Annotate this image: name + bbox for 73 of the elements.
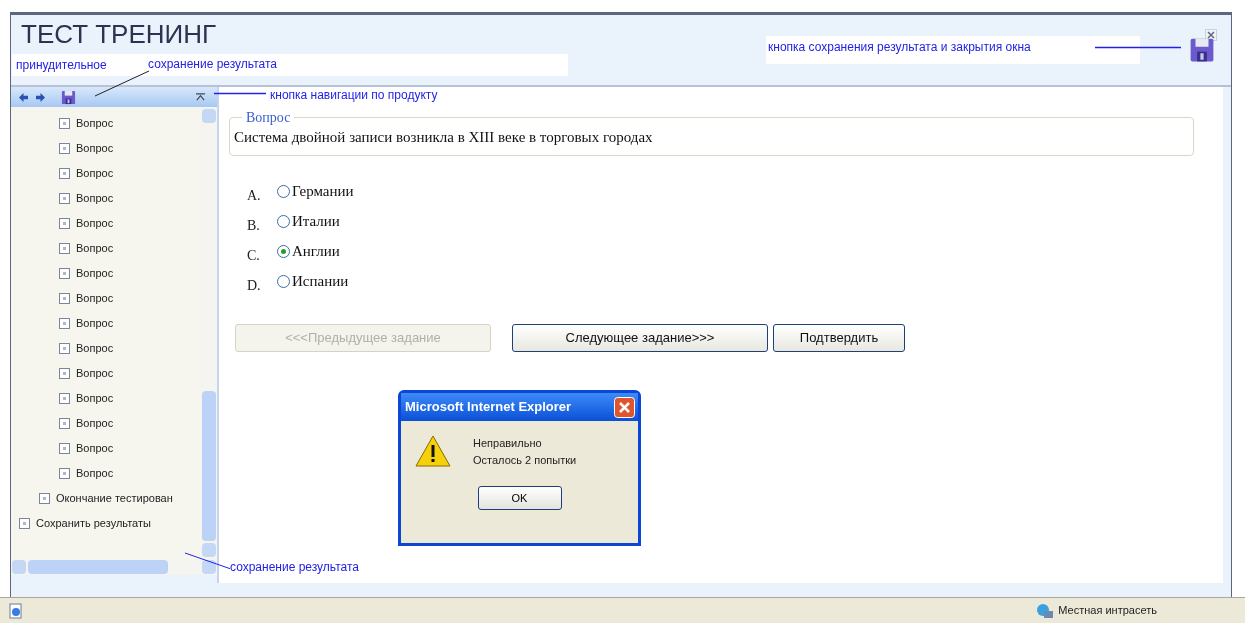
tree-item[interactable]: Вопрос <box>76 265 114 282</box>
vertical-scrollbar[interactable] <box>201 107 217 559</box>
security-zone: Местная интрасеть <box>1058 603 1157 619</box>
leader-line <box>94 70 150 97</box>
tree-node-icon <box>59 293 70 304</box>
tree-node-icon <box>59 443 70 454</box>
tree-item[interactable]: Вопрос <box>76 190 114 207</box>
tree-item[interactable]: Вопрос <box>76 365 114 382</box>
tree-node-icon <box>59 193 70 204</box>
collapse-icon[interactable] <box>196 92 205 102</box>
tree-item[interactable]: Вопрос <box>76 140 114 157</box>
tree-item[interactable]: Вопрос <box>76 315 114 332</box>
annotation-text: сохранение результата <box>148 56 277 73</box>
leader-line <box>214 92 266 95</box>
annotation-text: принудительное <box>16 57 107 74</box>
annotation-text: кнопка навигации по продукту <box>270 87 438 104</box>
tree-node-icon <box>19 518 30 529</box>
tree-item[interactable]: Сохранить результаты <box>36 515 151 532</box>
tree-node-icon <box>59 218 70 229</box>
dialog-title: Microsoft Internet Explorer <box>405 398 572 417</box>
tree-node-icon <box>59 143 70 154</box>
tree-node-icon <box>59 168 70 179</box>
question-legend: Вопрос <box>242 107 295 128</box>
tree-item[interactable]: Вопрос <box>76 440 114 457</box>
tree-item[interactable]: Окончание тестирован <box>56 490 173 507</box>
warning-icon <box>415 435 451 467</box>
tree-node-icon <box>59 243 70 254</box>
horizontal-scrollbar[interactable] <box>11 559 217 575</box>
tree-item[interactable]: Вопрос <box>76 215 114 232</box>
tree-node-icon <box>59 118 70 129</box>
tree-node-icon <box>59 318 70 329</box>
tree-item[interactable]: Вопрос <box>76 465 114 482</box>
nav-button[interactable]: Подтвердить <box>773 323 905 352</box>
tree-node-icon <box>59 418 70 429</box>
dialog-message: Осталось 2 попытки <box>473 452 577 468</box>
tree-node-icon <box>59 343 70 354</box>
option-label[interactable]: Испании <box>292 270 349 293</box>
back-arrow-icon[interactable] <box>19 92 28 102</box>
tree-node-icon <box>39 493 50 504</box>
tree-item[interactable]: Вопрос <box>76 340 114 357</box>
tree-node-icon <box>59 468 70 479</box>
app-title: ТЕСТ ТРЕНИНГ <box>21 21 217 47</box>
dialog-message: Неправильно <box>473 436 543 451</box>
option-label[interactable]: Германии <box>292 180 354 203</box>
option-letter: C. <box>247 247 261 265</box>
radio-button[interactable] <box>277 215 290 228</box>
page-icon <box>8 602 24 619</box>
option-label[interactable]: Англии <box>292 240 340 263</box>
radio-button[interactable] <box>277 275 290 288</box>
annotation-text: кнопка сохранения результата и закрытия окна <box>768 39 1031 56</box>
nav-button[interactable]: Следующее задание>>> <box>512 323 768 352</box>
ok-button[interactable]: OK <box>477 486 562 510</box>
tree-node-icon <box>59 368 70 379</box>
tree-item[interactable]: Вопрос <box>76 390 114 407</box>
tree-item[interactable]: Вопрос <box>76 290 114 307</box>
forward-arrow-icon[interactable] <box>36 92 45 102</box>
question-text: Система двойной записи возникла в XIII веке в торговых городах <box>234 128 654 147</box>
option-letter: A. <box>247 187 262 205</box>
leader-line <box>184 552 232 570</box>
tree-item[interactable]: Вопрос <box>76 165 114 182</box>
radio-button[interactable] <box>277 185 290 198</box>
option-letter: B. <box>247 217 261 235</box>
option-label[interactable]: Италии <box>292 210 340 233</box>
tree-item[interactable]: Вопрос <box>76 240 114 257</box>
tree-item[interactable]: Вопрос <box>76 115 114 132</box>
save-icon[interactable] <box>1189 37 1215 63</box>
network-icon <box>1036 602 1055 619</box>
tree-node-icon <box>59 268 70 279</box>
option-letter: D. <box>247 277 262 295</box>
tree-item[interactable]: Вопрос <box>76 415 114 432</box>
save-icon[interactable] <box>61 89 76 105</box>
tree-node-icon <box>59 393 70 404</box>
radio-button[interactable] <box>277 245 290 258</box>
